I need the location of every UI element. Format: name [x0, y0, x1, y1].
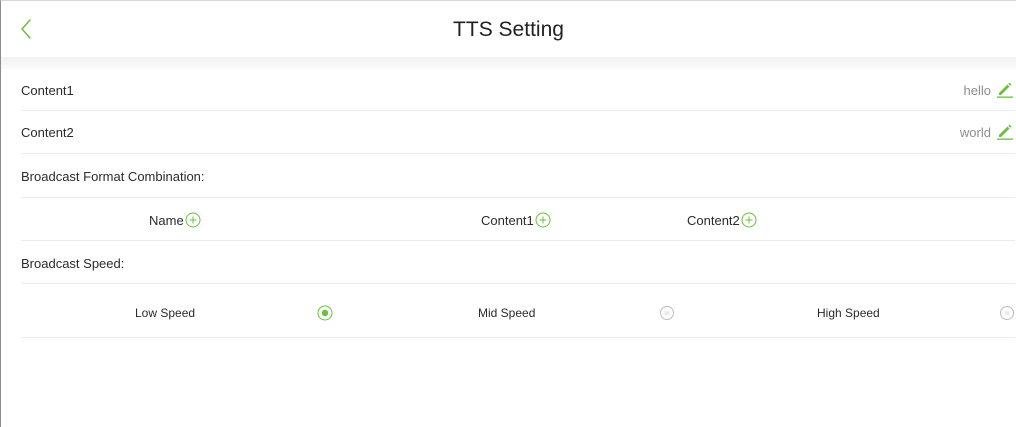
tts-setting-screen: TTS Setting Content1 hello Content2 worl…: [0, 0, 1016, 427]
radio-selected-icon: [317, 305, 333, 321]
format-item-label: Name: [149, 212, 184, 228]
content1-label: Content1: [21, 83, 74, 98]
format-item-name[interactable]: Name: [149, 212, 201, 228]
format-section-row: Broadcast Format Combination:: [21, 154, 1015, 198]
content2-edit-button[interactable]: [996, 122, 1014, 140]
content2-row[interactable]: Content2 world: [21, 111, 1015, 154]
content1-edit-button[interactable]: [996, 80, 1014, 98]
page-title: TTS Setting: [453, 18, 564, 41]
speed-section-label: Broadcast Speed:: [21, 256, 125, 271]
format-item-content1[interactable]: Content1: [481, 212, 551, 228]
pencil-icon: [997, 124, 1013, 140]
format-item-label: Content2: [687, 212, 740, 228]
speed-option-high-radio[interactable]: [999, 305, 1015, 321]
format-item-label: Content1: [481, 212, 534, 228]
content2-value: world: [959, 125, 991, 140]
speed-option-mid-label: Mid Speed: [478, 306, 536, 320]
content1-row[interactable]: Content1 hello: [21, 69, 1015, 111]
format-section-label: Broadcast Format Combination:: [21, 169, 205, 184]
radio-unselected-icon: [1000, 306, 1014, 320]
speed-options-row: Low Speed Mid Speed High Speed: [21, 284, 1015, 338]
content2-label: Content2: [21, 125, 74, 140]
format-items-row: Name Content1 Content2: [21, 198, 1015, 241]
header-divider: [1, 57, 1016, 69]
plus-circle-icon: [535, 212, 551, 228]
speed-option-low-radio[interactable]: [317, 305, 333, 321]
pencil-icon: [997, 82, 1013, 98]
plus-circle-icon: [185, 212, 201, 228]
radio-unselected-icon: [660, 306, 674, 320]
speed-option-mid-radio[interactable]: [659, 305, 675, 321]
speed-option-high-label: High Speed: [817, 306, 880, 320]
format-item-content2[interactable]: Content2: [687, 212, 757, 228]
header-bar: TTS Setting: [1, 1, 1016, 57]
speed-option-low-label: Low Speed: [135, 306, 196, 320]
plus-circle-icon: [741, 212, 757, 228]
content1-value: hello: [963, 83, 991, 98]
speed-section-row: Broadcast Speed:: [21, 241, 1015, 284]
